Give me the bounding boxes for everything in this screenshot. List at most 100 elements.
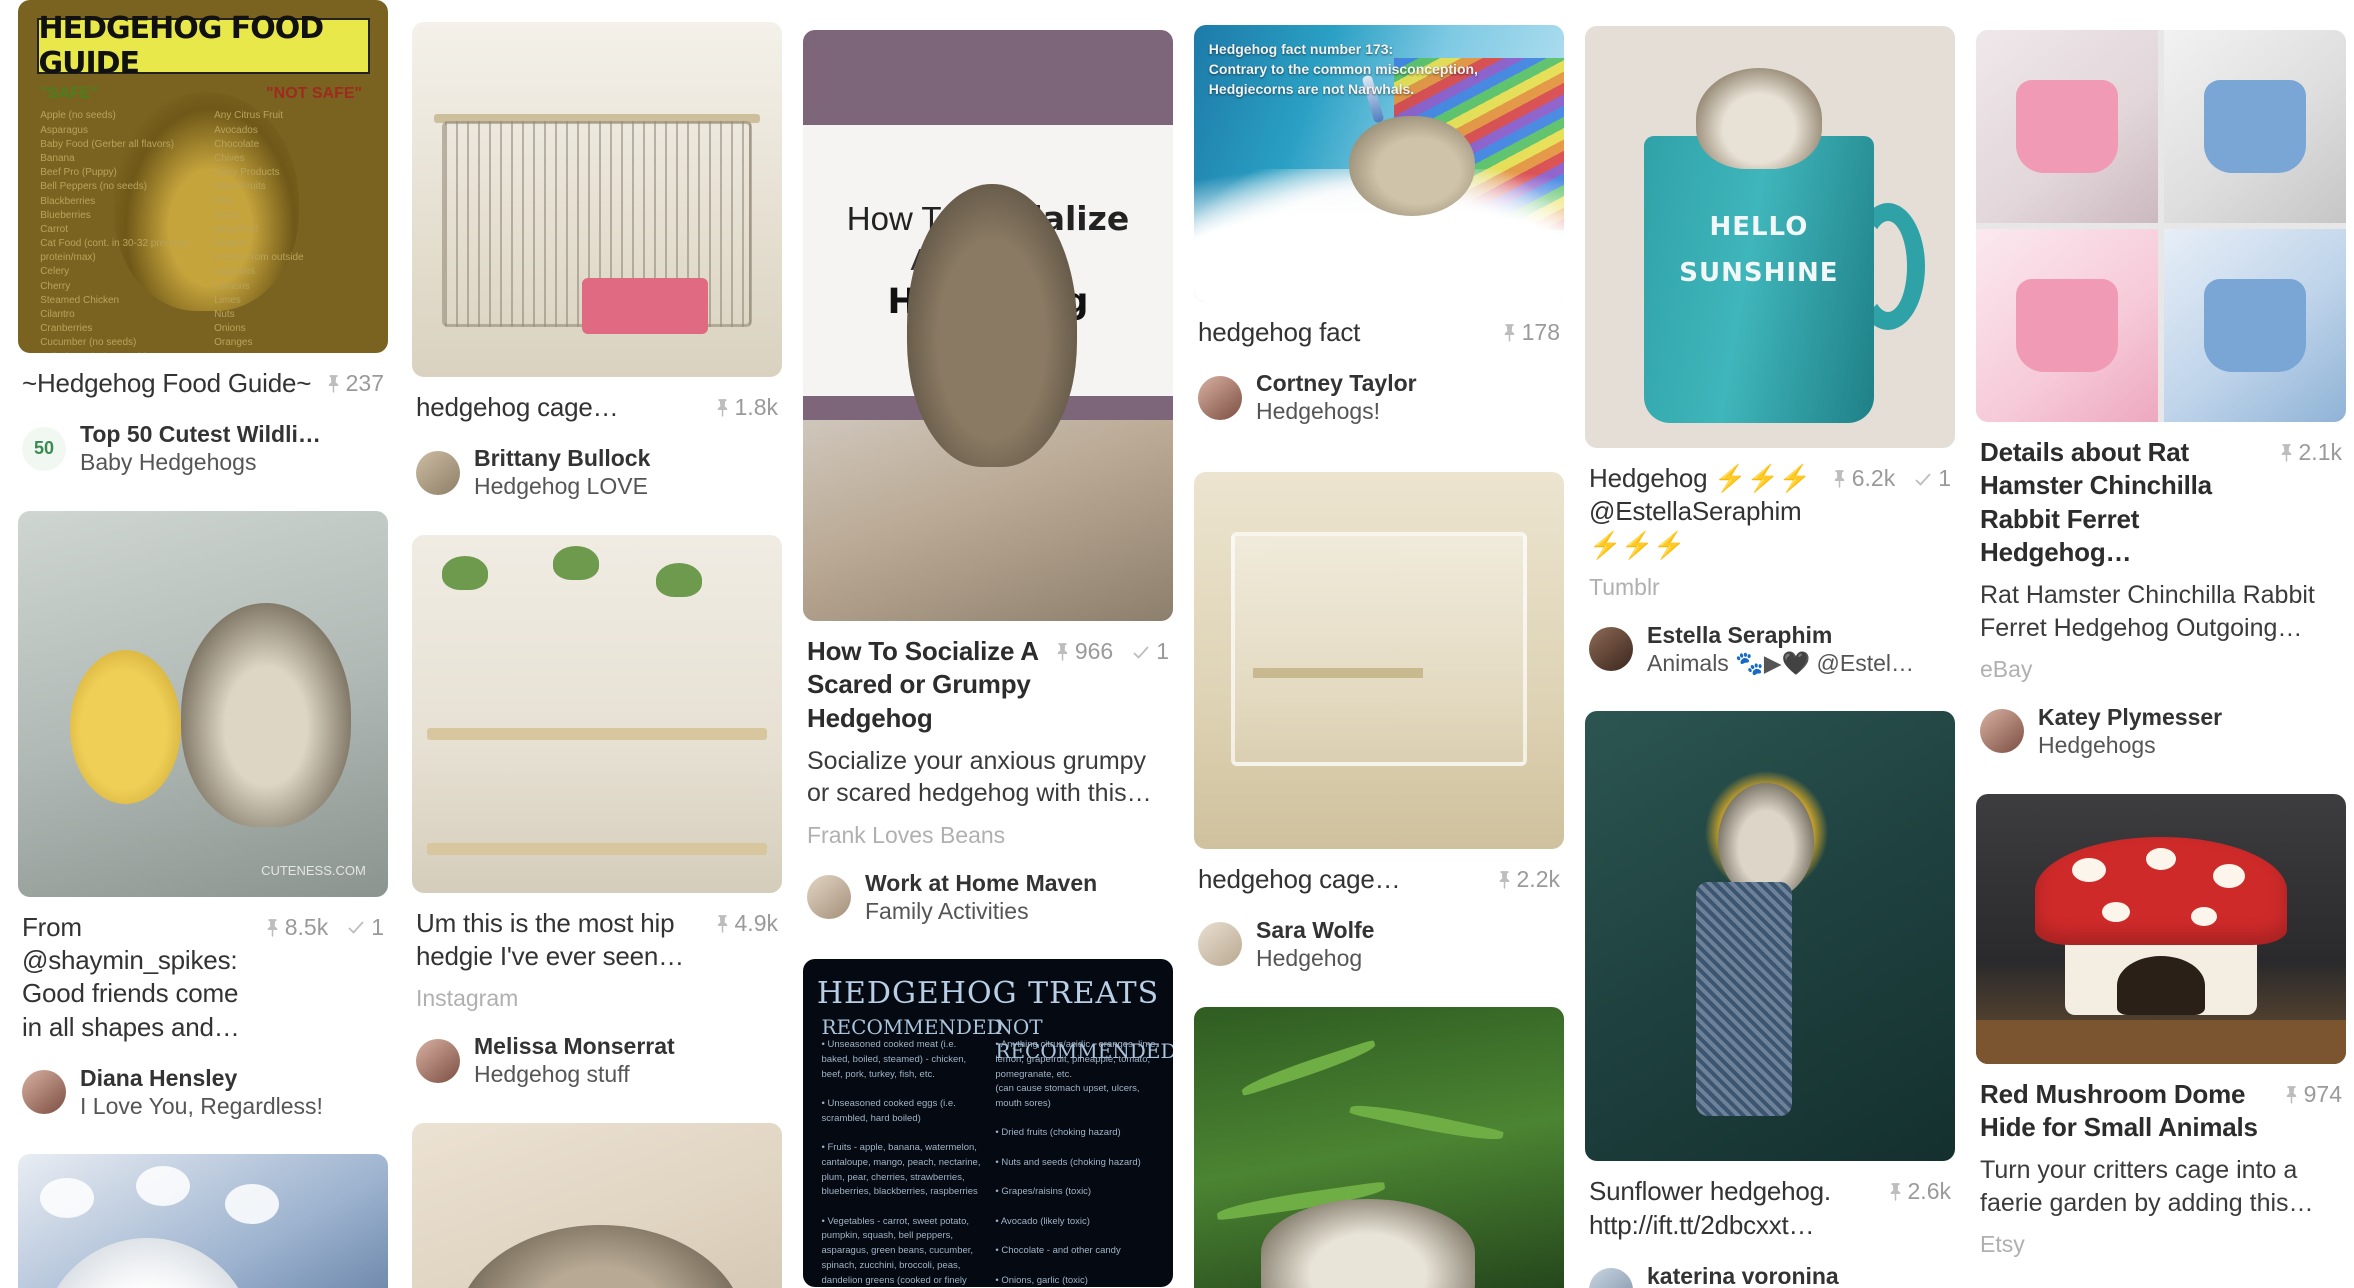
author-name[interactable]: Work at Home Maven bbox=[865, 869, 1097, 897]
pin-attribution[interactable]: 50 Top 50 Cutest Wildli… Baby Hedgehogs bbox=[22, 420, 384, 477]
avatar[interactable] bbox=[1198, 922, 1242, 967]
author-name[interactable]: Sara Wolfe bbox=[1256, 916, 1374, 944]
board-name[interactable]: I Love You, Regardless! bbox=[80, 1092, 323, 1121]
save-count-value: 2.6k bbox=[1907, 1178, 1951, 1205]
avatar[interactable] bbox=[416, 1038, 460, 1083]
pin-attribution[interactable]: Diana Hensley I Love You, Regardless! bbox=[22, 1064, 384, 1121]
avatar[interactable] bbox=[1198, 375, 1242, 420]
tried-count: 1 bbox=[1913, 465, 1951, 492]
pin-card[interactable] bbox=[412, 1122, 782, 1288]
author-name[interactable]: Melissa Monserrat bbox=[474, 1032, 675, 1060]
board-name[interactable]: Hedgehog LOVE bbox=[474, 472, 650, 501]
author-name[interactable]: Katey Plymesser bbox=[2038, 703, 2222, 731]
pin-title[interactable]: How To Socialize A Scared or Grumpy Hedg… bbox=[807, 635, 1045, 735]
pin-source[interactable]: eBay bbox=[1980, 656, 2342, 683]
pin-image-hedgehog-food-guide[interactable]: HEDGEHOG FOOD GUIDE "SAFE" "NOT SAFE" Ap… bbox=[18, 0, 388, 353]
avatar[interactable] bbox=[1980, 709, 2024, 754]
shelf-board bbox=[426, 728, 768, 741]
pin-title[interactable]: Sunflower hedgehog. http://ift.tt/2dbcxx… bbox=[1589, 1175, 1878, 1242]
pin-card[interactable]: hedgehog cage… 1.8k Brittany Bullock Hed… bbox=[412, 22, 782, 501]
pin-attribution[interactable]: Work at Home Maven Family Activities bbox=[807, 869, 1169, 926]
board-name[interactable]: Hedgehog bbox=[1256, 944, 1374, 973]
pin-image-hedgiecorn-meme[interactable]: Hedgehog fact number 173: Contrary to th… bbox=[1194, 25, 1564, 302]
pin-card[interactable]: Red Mushroom Dome Hide for Small Animals… bbox=[1976, 793, 2346, 1259]
avatar[interactable] bbox=[807, 875, 851, 920]
board-name[interactable]: Animals 🐾▶🖤 @Estel… bbox=[1647, 649, 1914, 678]
pin-source[interactable]: Instagram bbox=[416, 985, 778, 1012]
board-name[interactable]: Hedgehogs bbox=[2038, 731, 2222, 760]
pin-card[interactable]: How To Socialize An Anxious Hedgehog How… bbox=[803, 30, 1173, 926]
board-name[interactable]: Baby Hedgehogs bbox=[80, 448, 321, 477]
pin-title[interactable]: Red Mushroom Dome Hide for Small Animals bbox=[1980, 1078, 2274, 1145]
pin-image-sunflower-hedgehog[interactable] bbox=[1585, 711, 1955, 1162]
pin-source[interactable]: Frank Loves Beans bbox=[807, 822, 1169, 849]
pin-card[interactable]: Um this is the most hip hedgie I've ever… bbox=[412, 534, 782, 1089]
pin-image-red-mushroom-dome-hide[interactable] bbox=[1976, 793, 2346, 1064]
pin-meta: hedgehog fact 178 Cortney Taylor Hedgeho… bbox=[1194, 302, 1564, 426]
pin-title[interactable]: hedgehog fact bbox=[1198, 316, 1492, 349]
pin-card[interactable]: Sunflower hedgehog. http://ift.tt/2dbcxx… bbox=[1585, 711, 1955, 1288]
pin-image-hedgehog-treats-chart[interactable]: HEDGEHOG TREATS RECOMMENDED NOT RECOMMEN… bbox=[803, 959, 1173, 1288]
pin-card[interactable]: HELLO SUNSHINE Hedgehog ⚡⚡⚡ @EstellaSera… bbox=[1585, 26, 1955, 678]
avatar[interactable]: 50 bbox=[22, 426, 66, 471]
sweater-sleeve bbox=[1696, 882, 1793, 1117]
author-name[interactable]: Brittany Bullock bbox=[474, 444, 650, 472]
pin-title[interactable]: ~Hedgehog Food Guide~ bbox=[22, 367, 316, 400]
avatar[interactable] bbox=[1589, 627, 1633, 672]
pin-image-pet-carrier-collage[interactable] bbox=[1976, 30, 2346, 422]
save-count-value: 966 bbox=[1074, 638, 1114, 664]
pin-card[interactable]: Hedgehog fact number 173: Contrary to th… bbox=[1194, 25, 1564, 426]
pin-card[interactable]: HEDGEHOG TREATS RECOMMENDED NOT RECOMMEN… bbox=[803, 959, 1173, 1288]
pin-image-hedgehog-in-grass[interactable] bbox=[1194, 1006, 1564, 1288]
pin-attribution[interactable]: katerina voronina hedgehogs is <3 bbox=[1589, 1262, 1951, 1288]
pin-image-hello-sunshine-mug[interactable]: HELLO SUNSHINE bbox=[1585, 26, 1955, 448]
pin-attribution[interactable]: Cortney Taylor Hedgehogs! bbox=[1198, 369, 1560, 426]
avatar[interactable] bbox=[416, 450, 460, 495]
pin-attribution[interactable]: Estella Seraphim Animals 🐾▶🖤 @Estel… bbox=[1589, 621, 1951, 678]
avatar[interactable] bbox=[22, 1070, 66, 1115]
pin-column-1: HEDGEHOG FOOD GUIDE "SAFE" "NOT SAFE" Ap… bbox=[18, 0, 388, 1288]
hedgehog-shape bbox=[906, 183, 1077, 468]
pin-attribution[interactable]: Katey Plymesser Hedgehogs bbox=[1980, 703, 2342, 760]
pin-title[interactable]: hedgehog cage… bbox=[416, 391, 705, 424]
pin-attribution[interactable]: Sara Wolfe Hedgehog bbox=[1198, 916, 1560, 973]
board-name[interactable]: Hedgehogs! bbox=[1256, 397, 1417, 426]
author-name[interactable]: Cortney Taylor bbox=[1256, 369, 1417, 397]
pin-title[interactable]: hedgehog cage… bbox=[1198, 863, 1487, 896]
author-name[interactable]: Estella Seraphim bbox=[1647, 621, 1914, 649]
pin-image-white-hedgehog-on-blanket[interactable] bbox=[18, 1154, 388, 1288]
board-name[interactable]: Family Activities bbox=[865, 897, 1097, 926]
save-count: 4.9k bbox=[715, 910, 778, 937]
pin-image-acrylic-hedgehog-cage[interactable] bbox=[1194, 471, 1564, 849]
pin-source[interactable]: Tumblr bbox=[1589, 574, 1951, 601]
pin-attribution[interactable]: Melissa Monserrat Hedgehog stuff bbox=[416, 1032, 778, 1089]
pin-title[interactable]: Hedgehog ⚡⚡⚡ @EstellaSeraphim ⚡⚡⚡ bbox=[1589, 462, 1822, 562]
author-name[interactable]: katerina voronina bbox=[1647, 1262, 1839, 1288]
author-name[interactable]: Diana Hensley bbox=[80, 1064, 323, 1092]
pin-card[interactable]: hedgehog cage… 2.2k Sara Wolfe Hedgehog bbox=[1194, 471, 1564, 973]
pin-image-how-to-socialize-graphic[interactable]: How To Socialize An Anxious Hedgehog bbox=[803, 30, 1173, 621]
pin-meta: Hedgehog ⚡⚡⚡ @EstellaSeraphim ⚡⚡⚡ 6.2k 1… bbox=[1585, 448, 1955, 677]
pin-image-hedgehog-playroom-shelf[interactable] bbox=[412, 534, 782, 893]
pin-image-wire-hedgehog-cage[interactable] bbox=[412, 22, 782, 377]
pin-title[interactable]: Details about Rat Hamster Chinchilla Rab… bbox=[1980, 436, 2269, 569]
pin-card[interactable]: HEDGEHOG FOOD GUIDE "SAFE" "NOT SAFE" Ap… bbox=[18, 0, 388, 477]
pin-attribution[interactable]: Brittany Bullock Hedgehog LOVE bbox=[416, 444, 778, 501]
pin-title[interactable]: Um this is the most hip hedgie I've ever… bbox=[416, 907, 705, 974]
pin-title[interactable]: From @shaymin_spikes: Good friends come … bbox=[22, 911, 255, 1044]
pin-source[interactable]: Etsy bbox=[1980, 1231, 2342, 1258]
avatar-image bbox=[416, 450, 460, 495]
pin-title-row: hedgehog fact 178 bbox=[1198, 316, 1560, 349]
pin-image-fluffy-hedgehog-closeup[interactable] bbox=[412, 1122, 782, 1288]
pin-card[interactable] bbox=[18, 1154, 388, 1288]
avatar[interactable] bbox=[1589, 1268, 1633, 1288]
pin-card[interactable]: Details about Rat Hamster Chinchilla Rab… bbox=[1976, 30, 2346, 760]
pin-card[interactable] bbox=[1194, 1006, 1564, 1288]
attribution-text: Estella Seraphim Animals 🐾▶🖤 @Estel… bbox=[1647, 621, 1914, 678]
attribution-text: Diana Hensley I Love You, Regardless! bbox=[80, 1064, 323, 1121]
board-name[interactable]: Hedgehog stuff bbox=[474, 1060, 675, 1089]
author-name[interactable]: Top 50 Cutest Wildli… bbox=[80, 420, 321, 448]
pin-image-duckling-and-hedgehog[interactable]: CUTENESS.COM bbox=[18, 510, 388, 897]
pin-card[interactable]: CUTENESS.COM From @shaymin_spikes: Good … bbox=[18, 510, 388, 1121]
save-count: 178 bbox=[1502, 319, 1560, 346]
